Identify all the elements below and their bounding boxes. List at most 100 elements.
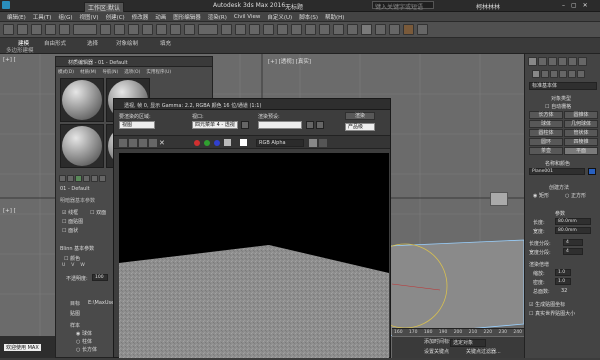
square-radio[interactable]: ○ 正方形 [565, 192, 586, 199]
width-segs-field[interactable]: 4 [563, 248, 583, 255]
mat-menu-modes[interactable]: 模式(D) [58, 69, 74, 75]
modify-tab-icon[interactable] [538, 56, 547, 66]
u-radio[interactable]: U [62, 263, 65, 268]
sample-cylinder-radio[interactable]: ○ 柱体 [76, 338, 92, 345]
density-field[interactable]: 1.0 [555, 278, 571, 285]
display-tab-icon[interactable] [568, 56, 577, 66]
percent-snap-icon[interactable] [263, 24, 274, 35]
viewport-label-bottom-left[interactable]: [+] [ [3, 208, 16, 214]
clone-frame-icon[interactable] [139, 139, 147, 147]
menu-graph-editors[interactable]: 图形编辑器 [173, 13, 201, 21]
material-editor-titlebar[interactable]: 材质编辑器 - 01 - Default [56, 57, 212, 67]
faceted-checkbox[interactable]: ☐ 面状 [62, 227, 78, 234]
menu-rendering[interactable]: 渲染(R) [208, 13, 227, 21]
snap-icon[interactable] [235, 24, 246, 35]
hierarchy-tab-icon[interactable] [548, 56, 557, 66]
schematic-icon[interactable] [347, 24, 358, 35]
w-radio[interactable]: W [80, 263, 84, 268]
bind-icon[interactable] [59, 24, 70, 35]
link-icon[interactable] [31, 24, 42, 35]
viewport-dropdown[interactable]: 四元菜单 4 - 透视 [192, 121, 238, 129]
render-preset-dropdown[interactable] [258, 121, 302, 129]
rect-select-icon[interactable] [128, 24, 139, 35]
menu-tools[interactable]: 工具(T) [33, 13, 52, 21]
object-color-swatch[interactable] [588, 168, 596, 175]
lights-icon[interactable] [550, 70, 558, 78]
viewport-label-top-left[interactable]: [+] [ [3, 57, 16, 63]
save-image-icon[interactable] [119, 139, 127, 147]
window-crossing-icon[interactable] [142, 24, 153, 35]
gen-map-coords-checkbox[interactable]: ☑ 生成贴图坐标 [529, 301, 565, 308]
red-channel-icon[interactable] [194, 140, 200, 146]
selection-filter-dropdown[interactable] [73, 24, 97, 35]
lock-icon[interactable] [241, 121, 249, 129]
color-checkbox[interactable]: ☐ 颜色 [64, 255, 80, 262]
object-type-header[interactable]: 对象类型 [551, 95, 571, 102]
width-field[interactable]: 80.0mm [555, 227, 591, 234]
menu-scripting[interactable]: 脚本(S) [299, 13, 318, 21]
curve-editor-icon[interactable] [333, 24, 344, 35]
green-channel-icon[interactable] [204, 140, 210, 146]
geosphere-button[interactable]: 几何球体 [564, 120, 598, 128]
time-ruler[interactable]: 160 170 180 190 200 210 220 230 240 [392, 328, 524, 336]
helpers-icon[interactable] [568, 70, 576, 78]
shapes-icon[interactable] [541, 70, 549, 78]
display-toggle-icon[interactable] [309, 139, 317, 147]
selected-dropdown[interactable]: 选定对象 [450, 339, 486, 347]
menu-help[interactable]: 帮助(H) [325, 13, 344, 21]
mirror-icon[interactable] [291, 24, 302, 35]
face-map-checkbox[interactable]: ☐ 面贴图 [62, 218, 83, 225]
primitive-type-dropdown[interactable]: 标准基本体 [529, 82, 597, 90]
menu-edit[interactable]: 编辑(E) [7, 13, 26, 21]
menu-animation[interactable]: 动画 [155, 13, 166, 21]
mono-icon[interactable] [224, 139, 231, 146]
ref-coord-dropdown[interactable] [198, 24, 218, 35]
scale-field[interactable]: 1.0 [555, 269, 571, 276]
copy-icon[interactable] [91, 175, 98, 182]
tab-object-paint[interactable]: 对象绘制 [116, 39, 138, 47]
user-name[interactable]: 柯林林林 [476, 2, 500, 11]
select-by-name-icon[interactable] [114, 24, 125, 35]
tab-populate[interactable]: 填充 [160, 39, 171, 47]
create-tab-icon[interactable] [528, 56, 537, 66]
viewport-label-top-right[interactable]: [+] [透视] [真实] [268, 57, 311, 65]
length-field[interactable]: 80.0mm [555, 218, 591, 225]
box-button[interactable]: 长方体 [529, 111, 563, 119]
opacity-field[interactable]: 100 [92, 274, 108, 281]
search-input[interactable]: 键入关键字或短语 [372, 1, 434, 11]
background-toggle-icon[interactable] [240, 139, 247, 146]
layer-icon[interactable] [319, 24, 330, 35]
motion-tab-icon[interactable] [558, 56, 567, 66]
real-world-map-checkbox[interactable]: ☐ 真实世界贴图大小 [529, 310, 575, 317]
mat-menu-options[interactable]: 选项(O) [124, 69, 140, 75]
mat-menu-utilities[interactable]: 实用程序(U) [146, 69, 171, 75]
angle-snap-icon[interactable] [249, 24, 260, 35]
align-icon[interactable] [305, 24, 316, 35]
menu-group[interactable]: 组(G) [58, 13, 72, 21]
render-frame-titlebar[interactable]: 透视, 帧 0, 显示 Gamma: 2.2, RGBA 颜色 16 位/通道 … [114, 99, 390, 110]
assign-material-icon[interactable] [75, 175, 82, 182]
put-material-icon[interactable] [67, 175, 74, 182]
area-to-render-dropdown[interactable]: 视图 [119, 121, 155, 129]
spacewarps-icon[interactable] [577, 70, 585, 78]
rectangle-radio[interactable]: ◉ 矩形 [533, 192, 549, 199]
menu-views[interactable]: 视图(V) [80, 13, 99, 21]
autogrid-checkbox[interactable]: ☐ 自动栅格 [545, 103, 571, 110]
cameras-icon[interactable] [559, 70, 567, 78]
app-logo-icon[interactable] [2, 1, 10, 9]
sample-sphere-radio[interactable]: ◉ 球体 [76, 330, 92, 337]
render-setup-icon[interactable] [306, 121, 314, 129]
sample-slot[interactable] [60, 78, 104, 122]
sphere-button[interactable]: 球体 [529, 120, 563, 128]
cylinder-button[interactable]: 圆柱体 [529, 129, 563, 137]
delete-icon[interactable] [99, 175, 106, 182]
cone-button[interactable]: 圆锥体 [564, 111, 598, 119]
color-swatch-icon[interactable] [319, 139, 327, 147]
sample-box-radio[interactable]: ○ 长方体 [76, 346, 97, 353]
copy-image-icon[interactable] [129, 139, 137, 147]
clear-icon[interactable]: ✕ [159, 139, 165, 147]
teapot-button[interactable]: 茶壶 [529, 147, 563, 155]
parameters-header[interactable]: 参数 [555, 210, 565, 217]
object-name-field[interactable]: Plane001 [529, 168, 585, 175]
render-iterative-icon[interactable] [417, 24, 428, 35]
